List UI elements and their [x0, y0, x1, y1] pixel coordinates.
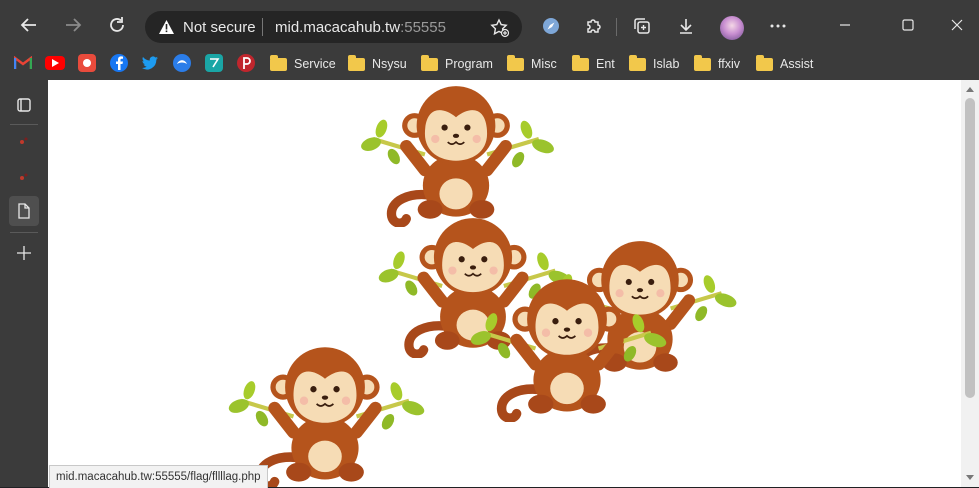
more-button[interactable]: [764, 12, 792, 40]
url-text[interactable]: mid.macacahub.tw:55555: [275, 19, 446, 36]
folder-label: ffxiv: [718, 57, 740, 71]
maximize-icon: [902, 19, 914, 31]
gmail-bookmark[interactable]: [14, 54, 32, 72]
folder-label: Nsysu: [372, 57, 407, 71]
bookmark-folder-ffxiv[interactable]: ffxiv: [694, 53, 740, 75]
tab-actions-button[interactable]: [9, 90, 39, 120]
refresh-icon: [110, 17, 124, 32]
app-bookmark-teal[interactable]: [205, 54, 223, 72]
bookmark-folder-nsysu[interactable]: Nsysu: [348, 53, 407, 75]
address-divider: [262, 18, 263, 36]
forward-button[interactable]: [57, 9, 89, 41]
bookmark-folder-program[interactable]: Program: [421, 53, 493, 75]
folder-label: Islab: [653, 57, 680, 71]
tab-item-1[interactable]: [9, 126, 39, 156]
extension-button[interactable]: [537, 12, 565, 40]
red-app-icon: [83, 59, 91, 67]
page-content: [48, 80, 961, 487]
pinterest-bookmark[interactable]: [237, 54, 255, 72]
collections-button[interactable]: [628, 12, 656, 40]
app-bookmark-blue[interactable]: [173, 54, 191, 72]
folder-icon: [756, 54, 773, 71]
back-arrow-icon: [20, 18, 36, 32]
security-label[interactable]: Not secure: [183, 19, 256, 36]
refresh-button[interactable]: [101, 9, 133, 41]
browser-toolbar: Not secure mid.macacahub.tw:55555: [0, 0, 979, 48]
folder-label: Ent: [596, 57, 615, 71]
url-host: mid.macacahub.tw: [275, 19, 401, 36]
bookmark-folder-ent[interactable]: Ent: [572, 53, 615, 75]
folder-label: Service: [294, 57, 336, 71]
bookmarks-bar: Service Nsysu Program Misc Ent Islab ffx…: [0, 48, 979, 80]
folder-icon: [507, 54, 524, 71]
tab-item-2[interactable]: [9, 162, 39, 192]
minimize-button[interactable]: [830, 14, 860, 36]
sidebar-divider: [10, 232, 38, 233]
tab-item-active[interactable]: [9, 196, 39, 226]
twitter-bookmark[interactable]: [141, 54, 159, 72]
back-button[interactable]: [13, 9, 45, 41]
extensions-button[interactable]: [580, 12, 608, 40]
sidebar-divider: [10, 124, 38, 125]
warning-icon[interactable]: [158, 19, 175, 35]
folder-icon: [270, 54, 287, 71]
vertical-tabs-sidebar: [0, 80, 48, 487]
address-bar[interactable]: Not secure mid.macacahub.tw:55555: [145, 11, 522, 43]
avatar[interactable]: [720, 16, 744, 40]
gmail-icon: [14, 56, 32, 69]
folder-icon: [694, 54, 711, 71]
more-icon: [770, 24, 786, 28]
toolbar-divider: [616, 18, 617, 36]
vertical-scrollbar[interactable]: [961, 80, 979, 487]
folder-icon: [348, 54, 365, 71]
scroll-thumb[interactable]: [965, 98, 975, 398]
youtube-play-icon: [52, 59, 59, 67]
folder-icon: [421, 54, 438, 71]
scroll-down-arrow-icon[interactable]: [966, 475, 974, 480]
tab-actions-icon: [17, 98, 31, 112]
close-icon: [951, 19, 963, 31]
folder-label: Misc: [531, 57, 557, 71]
puzzle-icon: [587, 19, 601, 33]
compass-icon: [543, 18, 559, 34]
forward-arrow-icon: [66, 18, 82, 32]
tab-favicon-icon: [20, 173, 28, 180]
collections-icon: [634, 18, 650, 34]
tab-favicon-icon: [20, 137, 28, 144]
page-icon: [18, 203, 30, 219]
youtube-bookmark[interactable]: [45, 56, 65, 70]
folder-label: Assist: [780, 57, 814, 71]
blue-app-icon: [177, 60, 187, 64]
monkey-image: [352, 82, 560, 227]
bookmark-folder-misc[interactable]: Misc: [507, 53, 557, 75]
minimize-icon: [840, 24, 850, 26]
facebook-icon: [116, 56, 123, 70]
add-favorite-icon[interactable]: [490, 18, 510, 38]
bookmark-folder-service[interactable]: Service: [270, 53, 336, 75]
scroll-up-arrow-icon[interactable]: [966, 87, 974, 92]
download-icon: [680, 19, 692, 34]
new-tab-button[interactable]: [9, 238, 39, 268]
folder-icon: [629, 54, 646, 71]
teal-app-icon: [210, 58, 220, 68]
close-button[interactable]: [942, 14, 972, 36]
link-status-bar: mid.macacahub.tw:55555/flag/fllllag.php: [49, 465, 268, 488]
monkey-image: [462, 275, 672, 422]
twitter-icon: [142, 56, 158, 70]
app-bookmark-red[interactable]: [78, 54, 96, 72]
p-letter-icon: [243, 57, 251, 69]
folder-label: Program: [445, 57, 493, 71]
url-port: :55555: [400, 19, 446, 36]
bookmark-folder-assist[interactable]: Assist: [756, 53, 813, 75]
downloads-button[interactable]: [672, 12, 700, 40]
maximize-button[interactable]: [893, 14, 923, 36]
bookmark-folder-islab[interactable]: Islab: [629, 53, 679, 75]
plus-icon: [17, 246, 31, 260]
facebook-bookmark[interactable]: [110, 54, 128, 72]
folder-icon: [572, 54, 589, 71]
